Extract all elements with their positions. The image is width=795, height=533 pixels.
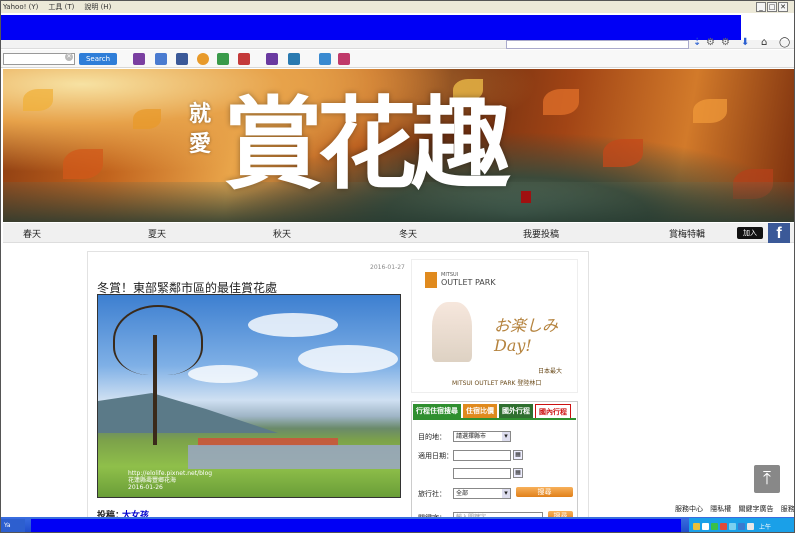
red-seal [521,191,531,203]
settings-icon[interactable]: ⚙ [706,37,715,48]
purple-flower-field [188,445,400,469]
booking-search-button[interactable]: 搜尋 [516,487,573,497]
banner-title: 賞花趣 [223,85,511,203]
tray-icon[interactable] [693,522,700,530]
search-button[interactable]: Search [79,53,117,65]
tray-icon[interactable] [738,522,745,530]
tab-compare[interactable]: 住宿比價 [463,404,497,418]
agency-select[interactable]: 全部 [453,488,511,499]
home-icon[interactable]: ⌂ [761,37,767,48]
ad-en-text: MITSUI OUTLET PARK 登陸林口 [452,380,542,387]
destination-label: 目的地： [418,433,446,441]
nav-item-autumn[interactable]: 秋天 [273,227,291,240]
arrow-down-icon[interactable]: ⬇ [741,37,749,48]
tree [113,305,203,375]
nav-item-submit[interactable]: 我要投稿 [523,227,559,240]
news-icon[interactable] [288,53,300,65]
nav-item-spring[interactable]: 春天 [23,227,41,240]
chat-icon[interactable]: ◯ [779,37,790,48]
blue-overlay-bar [1,15,741,40]
browser-window: Yahoo! (Y) 工具 (T) 說明 (H) _ □ ✕ ⇣ ⚙ ⚙ ⬇ ⌂… [0,0,795,533]
post-date: 2016-01-27 [370,264,405,271]
nav-item-plum[interactable]: 賞梅特輯 [669,227,705,240]
tab-overseas[interactable]: 國外行程 [499,404,533,418]
download-icon[interactable]: ⇣ [693,37,701,48]
calendar-icon[interactable]: ▦ [513,468,523,478]
footer-links: 服務中心 隱私權 關鍵字廣告 服務條款 [675,504,794,514]
banner-small-title: 就愛 [189,101,212,157]
post-photo[interactable]: http://elolife.pixnet.net/blog 花蓮縣壽豐鄉花海 … [97,294,401,498]
nav-item-winter[interactable]: 冬天 [399,227,417,240]
tree-trunk [153,335,157,445]
footer-link-service[interactable]: 服務中心 [675,505,703,513]
mail-icon[interactable] [133,53,145,65]
game-icon[interactable] [217,53,229,65]
shopping-icon[interactable] [238,53,250,65]
footer-link-privacy[interactable]: 隱私權 [710,505,731,513]
tray-icon[interactable] [747,522,754,530]
booking-tabs: 行程住宿搜尋 住宿比價 國外行程 國內行程 [413,404,571,418]
facebook-icon[interactable]: f [768,223,790,243]
tray-icon[interactable] [702,522,709,530]
tray-icon[interactable] [711,522,718,530]
mitsui-logo [425,272,437,288]
calendar-icon[interactable]: ▦ [513,450,523,460]
weather-icon[interactable] [319,53,331,65]
hero-banner: 就愛 賞花趣 [3,69,794,222]
nav-item-summer[interactable]: 夏天 [148,227,166,240]
menu-item-yahoo[interactable]: Yahoo! (Y) [3,3,38,11]
maximize-button[interactable]: □ [767,2,777,12]
category-nav: 春天 夏天 秋天 冬天 我要投稿 賞梅特輯 加入 f [3,223,794,243]
minimize-button[interactable]: _ [756,2,766,12]
start-date-input[interactable] [453,450,511,461]
ad-script-text: お楽しみDay! [494,316,559,355]
video-icon[interactable] [266,53,278,65]
menu-bar: Yahoo! (Y) 工具 (T) 說明 (H) [1,1,794,13]
menu-item-help[interactable]: 說明 (H) [84,2,111,12]
tab-domestic[interactable]: 國內行程 [535,404,571,418]
gear-icon[interactable]: ⚙ [721,37,730,48]
taskbar-blue-overlay [31,519,681,532]
sports-icon[interactable] [197,53,209,65]
window-controls: _ □ ✕ [756,2,788,12]
outlet-ad[interactable]: MITSUI OUTLET PARK お楽しみDay! 日本最大 MITSUI … [411,259,578,393]
back-to-top-button[interactable]: ⤒ [754,465,780,493]
footer-link-terms[interactable]: 服務條款 [781,505,794,513]
clear-icon[interactable]: ✕ [65,53,73,61]
menu-item-tools[interactable]: 工具 (T) [48,2,74,12]
stocks-icon[interactable] [155,53,167,65]
join-button[interactable]: 加入 [737,227,763,239]
photo-watermark: http://elolife.pixnet.net/blog 花蓮縣壽豐鄉花海 … [128,470,213,491]
close-button[interactable]: ✕ [778,2,788,12]
tab-search[interactable]: 行程住宿搜尋 [413,404,461,418]
date-label: 適用日期： [418,452,453,460]
tray-icon[interactable] [729,522,736,530]
agency-label: 旅行社： [418,490,446,498]
taskbar-item[interactable]: Ya [1,519,25,532]
clock[interactable]: 上午 [759,522,771,531]
plus-icon[interactable] [338,53,350,65]
system-tray: 上午 [689,518,794,532]
mountain-range [98,393,278,433]
toolbar: ✕ Search [1,50,794,68]
ad-model-figure [432,302,472,362]
end-date-input[interactable] [453,468,511,479]
destination-select[interactable]: 請選擇縣市 [453,431,511,442]
tray-icon[interactable] [720,522,727,530]
footer-link-keyword-ads[interactable]: 關鍵字廣告 [738,505,773,513]
ad-jp-text: 日本最大 [538,368,563,375]
address-input[interactable] [506,40,689,49]
ad-brand-big: OUTLET PARK [441,278,496,287]
tab-underline [413,418,576,420]
facebook-icon[interactable] [176,53,188,65]
